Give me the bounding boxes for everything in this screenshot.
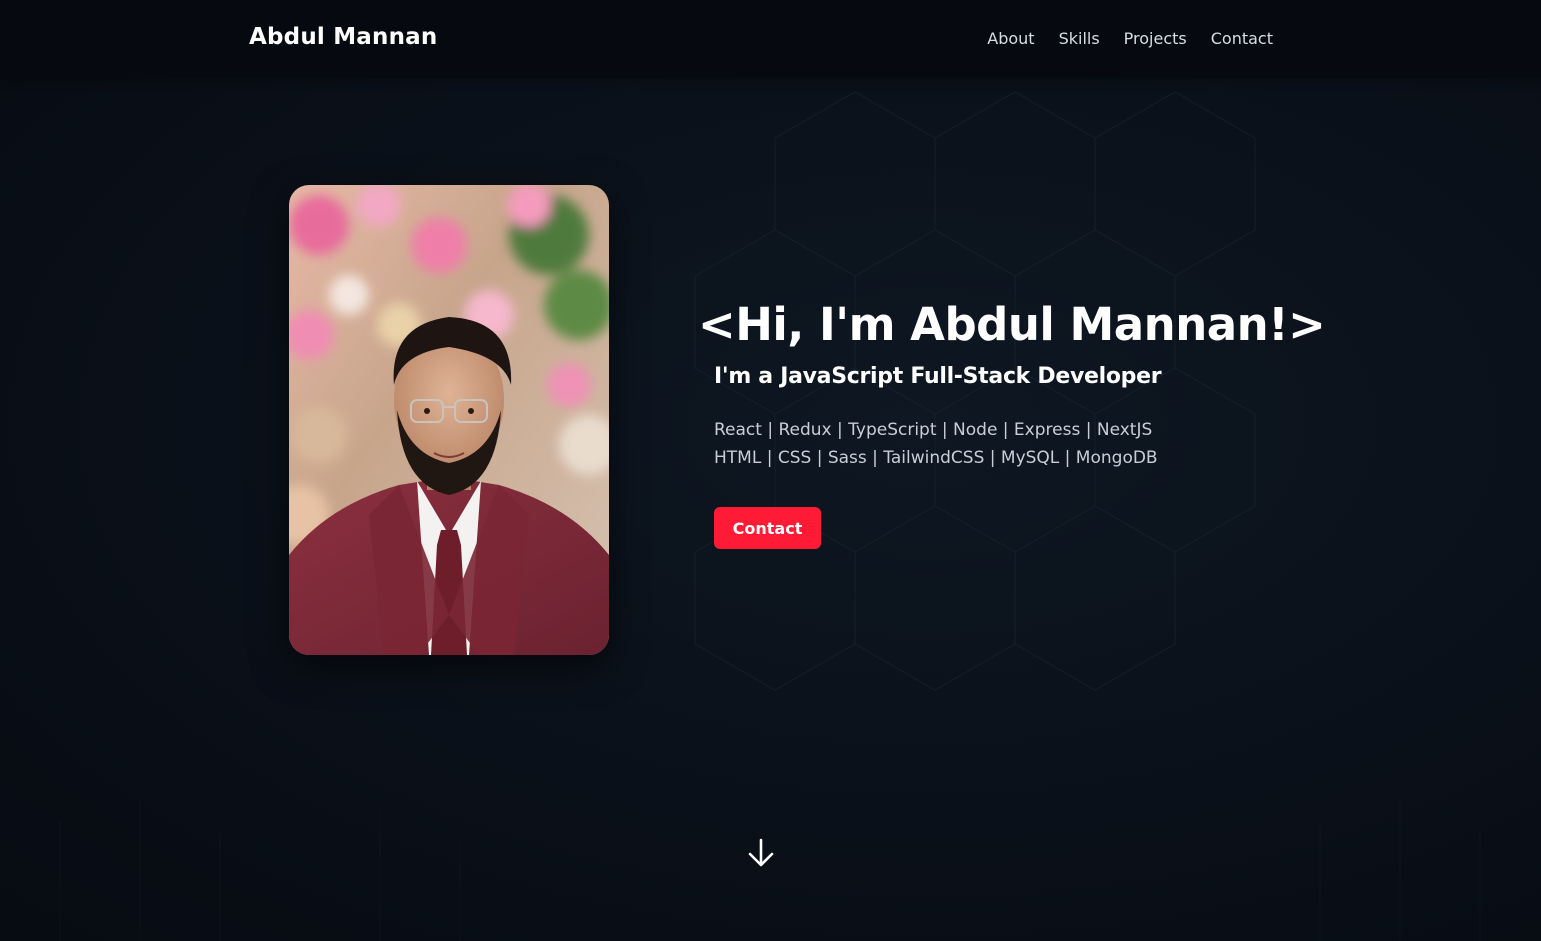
page: Abdul Mannan About Skills Projects Conta… — [0, 0, 1541, 941]
skills-line-2: HTML | CSS | Sass | TailwindCSS | MySQL … — [714, 448, 1158, 468]
brand-logo[interactable]: Abdul Mannan — [249, 24, 437, 50]
hero-section: <Hi, I'm Abdul Mannan!> I'm a JavaScript… — [698, 296, 1338, 472]
hero-subtitle: I'm a JavaScript Full-Stack Developer — [714, 364, 1162, 389]
arrow-down-icon[interactable] — [746, 838, 776, 868]
nav-link-contact[interactable]: Contact — [1211, 29, 1273, 48]
nav-links: About Skills Projects Contact — [987, 29, 1273, 48]
skills-line-1: React | Redux | TypeScript | Node | Expr… — [714, 420, 1153, 440]
profile-photo — [289, 185, 609, 655]
contact-button[interactable]: Contact — [714, 507, 821, 549]
nav-link-about[interactable]: About — [987, 29, 1034, 48]
skills-list: React | Redux | TypeScript | Node | Expr… — [714, 416, 1338, 472]
navbar: Abdul Mannan About Skills Projects Conta… — [0, 0, 1541, 78]
nav-link-projects[interactable]: Projects — [1124, 29, 1187, 48]
nav-link-skills[interactable]: Skills — [1059, 29, 1100, 48]
hero-title: <Hi, I'm Abdul Mannan!> — [698, 298, 1326, 351]
